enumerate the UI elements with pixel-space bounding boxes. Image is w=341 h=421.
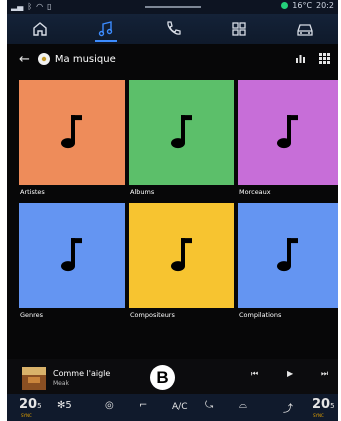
nav-music[interactable] [73, 14, 139, 44]
tile-label-artistes: Artistes [20, 188, 45, 196]
next-track-icon[interactable]: ⏭ [321, 369, 328, 379]
album-art [22, 367, 46, 390]
previous-track-icon[interactable]: ⏮ [251, 369, 258, 379]
battery-icon: ▯ [47, 2, 52, 11]
tile-compositeurs[interactable] [129, 203, 234, 308]
music-note-icon [61, 114, 82, 148]
tile-label-compilations: Compilations [239, 311, 282, 319]
tile-morceaux[interactable] [238, 80, 338, 185]
tile-label-genres: Genres [20, 311, 44, 319]
equalizer-icon[interactable] [295, 53, 306, 64]
recirculation-icon[interactable]: ⤿ [205, 400, 213, 411]
tile-genres[interactable] [19, 203, 125, 308]
nav-phone[interactable] [139, 14, 205, 44]
song-title: Comme l'aigle [53, 369, 111, 378]
home-icon [33, 22, 47, 36]
tile-label-albums: Albums [130, 188, 155, 196]
page-header: ← Ma musique [7, 44, 338, 74]
mini-player[interactable]: Comme l'aigle Meak B ⏮ ▶ ⏭ [7, 359, 338, 394]
nav-vehicle[interactable] [272, 14, 338, 44]
climate-bar: 205 SYNC ✻5 ◎ ⌐ A/C ⤿ ⌓ ⤴ 205 SYNC [7, 394, 338, 421]
ac-button[interactable]: A/C [172, 402, 187, 412]
tile-artistes[interactable] [19, 80, 125, 185]
steering-wheel-heat-icon[interactable]: ◎ [105, 400, 114, 411]
page-title: Ma musique [54, 53, 116, 65]
seat-ventilation-icon[interactable]: ⤴ [283, 400, 293, 415]
right-sync-label: SYNC [313, 413, 324, 418]
status-indicator-icon [281, 2, 289, 9]
outside-temperature: 16°C [292, 1, 313, 10]
status-divider [145, 6, 201, 8]
tile-label-compositeurs: Compositeurs [130, 311, 175, 319]
nav-home[interactable] [7, 14, 73, 44]
seat-heat-icon[interactable]: ⌐ [139, 400, 147, 411]
tile-label-morceaux: Morceaux [239, 188, 271, 196]
left-temperature[interactable]: 205 [19, 397, 42, 412]
clock: 20:2 [316, 1, 334, 10]
screen-frame: ▂▄ ᛒ ◠ ▯ 16°C 20:2 ← Ma musique Artistes… [7, 0, 338, 421]
right-temperature[interactable]: 205 [312, 397, 335, 412]
back-arrow-icon[interactable]: ← [19, 52, 30, 67]
music-note-icon [277, 237, 298, 271]
nav-apps[interactable] [206, 14, 272, 44]
status-icons: ▂▄ ᛒ ◠ ▯ [11, 2, 52, 11]
music-note-icon [61, 237, 82, 271]
windshield-defrost-icon[interactable]: ⌓ [239, 400, 247, 411]
wifi-icon: ◠ [36, 2, 44, 11]
play-icon[interactable]: ▶ [287, 369, 293, 378]
car-icon [297, 24, 313, 36]
music-note-icon [170, 114, 192, 148]
music-note-icon [170, 237, 192, 271]
signal-icon: ▂▄ [11, 2, 24, 11]
fan-speed[interactable]: ✻5 [57, 400, 72, 411]
apps-icon [232, 22, 246, 36]
status-bar: ▂▄ ᛒ ◠ ▯ 16°C 20:2 [7, 0, 338, 14]
left-sync-label: SYNC [21, 413, 32, 418]
music-source-icon [37, 53, 50, 65]
bluetooth-icon: ᛒ [27, 2, 33, 11]
tile-albums[interactable] [129, 80, 234, 185]
music-note-icon [277, 114, 298, 148]
tile-compilations[interactable] [238, 203, 338, 308]
music-icon [99, 21, 113, 37]
main-nav [7, 14, 338, 44]
phone-icon [166, 21, 181, 35]
song-artist: Meak [53, 380, 70, 387]
callout-badge: B [150, 365, 175, 390]
grid-view-icon[interactable] [319, 53, 330, 64]
